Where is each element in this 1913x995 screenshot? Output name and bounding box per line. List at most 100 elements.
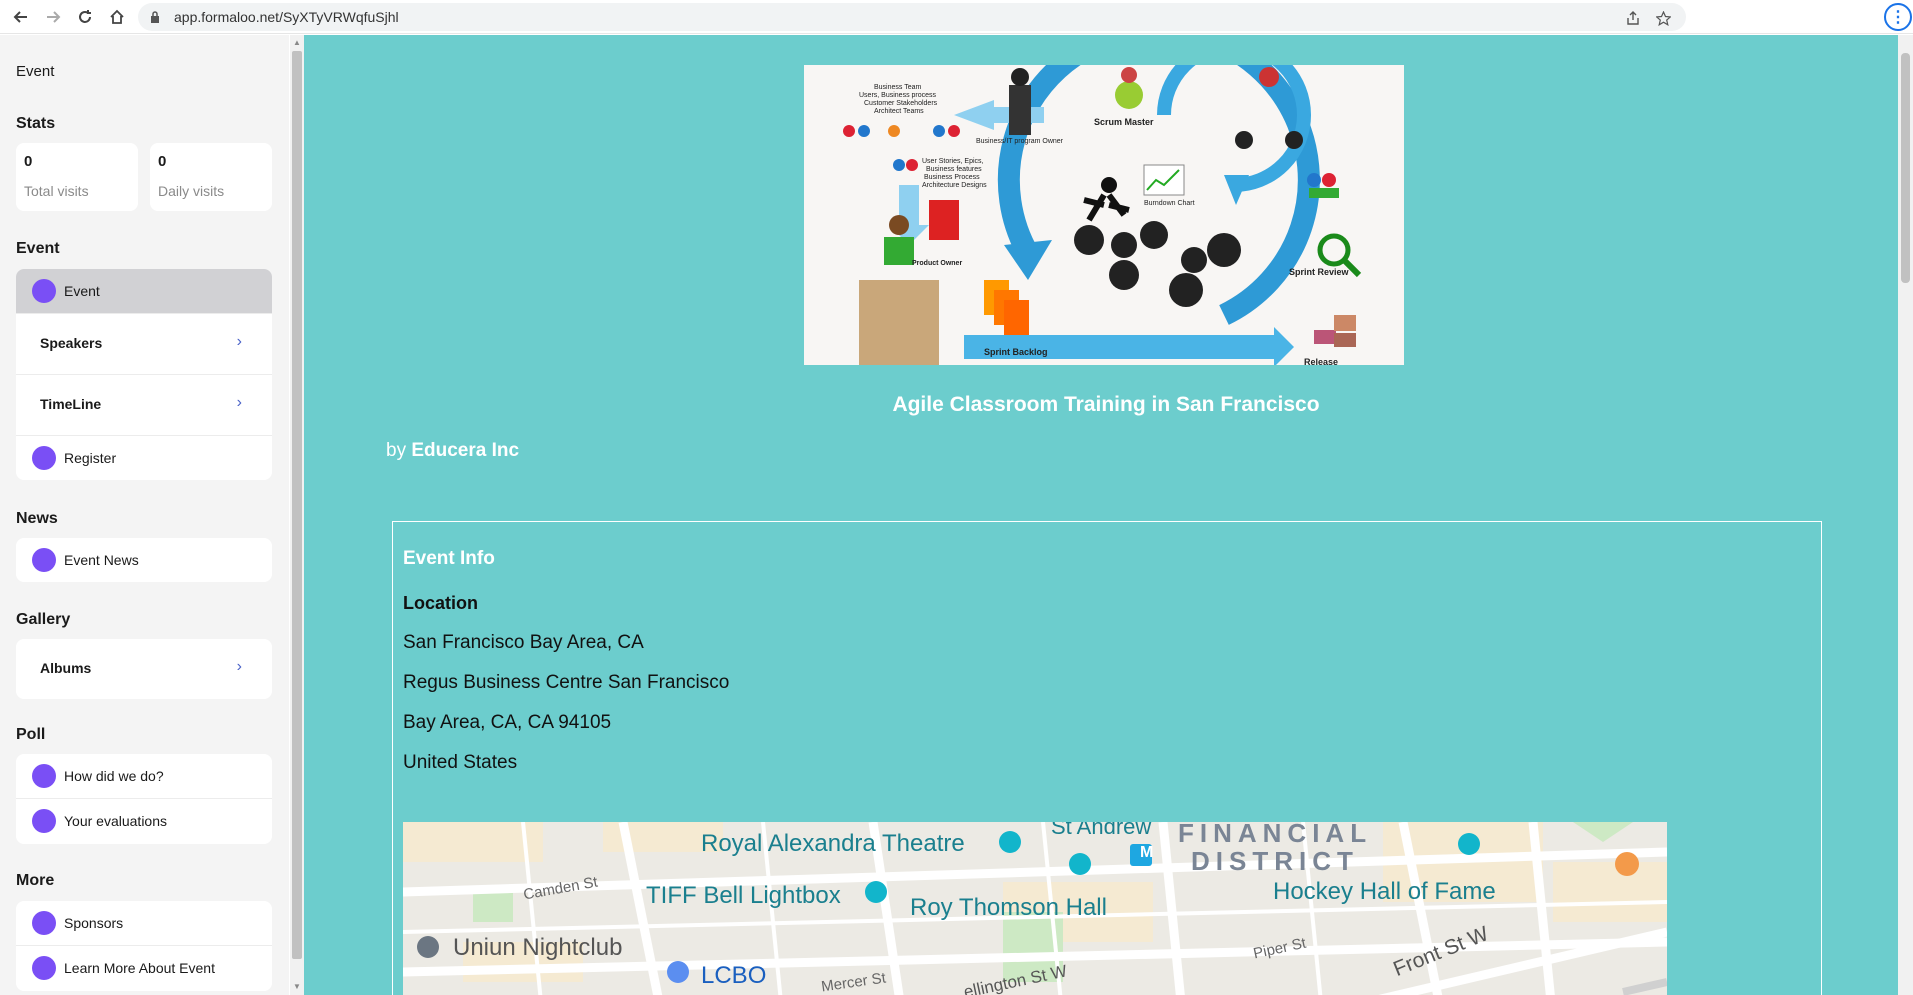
sidebar-item-label: Sponsors	[64, 915, 124, 931]
location-map[interactable]: M Royal Alexandra Theatre St Andrew FINA…	[403, 822, 1667, 995]
event-menu: Event Speakers › TimeLine › Register	[16, 269, 272, 480]
nightclub-marker-icon[interactable]	[417, 936, 439, 958]
back-arrow-icon[interactable]	[8, 4, 34, 30]
hero-label: Business features	[926, 166, 982, 173]
hero-image: Business Team Users, Business process Cu…	[804, 65, 1404, 365]
sidebar-item-learn-more[interactable]: Learn More About Event	[16, 946, 272, 991]
sidebar-title: Event	[16, 63, 55, 80]
event-heading: Event	[16, 240, 60, 257]
sidebar-item-your-evaluations[interactable]: Your evaluations	[16, 799, 272, 844]
hero-label: Product Owner	[912, 260, 962, 267]
sidebar-item-speakers[interactable]: Speakers ›	[16, 314, 272, 375]
hero-label: Architecture Designs	[922, 182, 987, 189]
sidebar-item-label: Albums	[40, 660, 92, 676]
agile-process-illustration: Business Team Users, Business process Cu…	[804, 65, 1404, 365]
lock-icon	[151, 11, 159, 23]
stat-card-daily-visits: 0 Daily visits	[150, 143, 272, 211]
bookmark-star-icon[interactable]	[1654, 9, 1672, 27]
hero-label: Sprint Review	[1289, 267, 1350, 277]
gallery-heading: Gallery	[16, 611, 71, 628]
map-label-royal-alexandra: Royal Alexandra Theatre	[701, 830, 965, 857]
sidebar-item-label: How did we do?	[64, 768, 164, 784]
location-heading: Location	[403, 593, 478, 613]
location-line: San Francisco Bay Area, CA	[403, 632, 644, 653]
sidebar-item-label: Learn More About Event	[64, 960, 215, 976]
hero-label: Customer Stakeholders	[864, 100, 938, 107]
sidebar-item-how-did-we-do[interactable]: How did we do?	[16, 754, 272, 799]
event-dot-icon	[32, 279, 56, 303]
news-heading: News	[16, 510, 58, 527]
event-info-box: Event Info Location San Francisco Bay Ar…	[392, 521, 1822, 995]
sidebar-item-albums[interactable]: Albums ›	[16, 639, 272, 699]
map-label-roy-thomson: Roy Thomson Hall	[910, 894, 1107, 921]
byline-prefix: by	[386, 440, 407, 461]
hero-label: Architect Teams	[874, 108, 924, 115]
map-label-tiff: TIFF Bell Lightbox	[646, 882, 841, 909]
url-text: app.formaloo.net/SyXTyVRWqfuSjhl	[174, 9, 399, 25]
poll-menu: How did we do? Your evaluations	[16, 754, 272, 844]
sidebar-item-label: TimeLine	[40, 396, 102, 412]
gallery-menu: Albums ›	[16, 639, 272, 699]
event-info-title: Event Info	[403, 548, 495, 569]
browser-toolbar: app.formaloo.net/SyXTyVRWqfuSjhl ⋮	[0, 0, 1913, 34]
location-line: United States	[403, 752, 518, 773]
address-bar[interactable]: app.formaloo.net/SyXTyVRWqfuSjhl	[138, 3, 1686, 31]
chevron-right-icon: ›	[236, 394, 242, 411]
stat-value: 0	[24, 153, 33, 170]
sidebar-item-register[interactable]: Register	[16, 436, 272, 480]
event-title: Agile Classroom Training in San Francisc…	[892, 393, 1320, 416]
stat-card-total-visits: 0 Total visits	[16, 143, 138, 211]
main-content: Business Team Users, Business process Cu…	[304, 35, 1898, 995]
cinema-marker-icon[interactable]	[865, 881, 887, 903]
register-dot-icon	[32, 446, 56, 470]
restaurant-marker-icon[interactable]	[1615, 852, 1639, 876]
chevron-right-icon: ›	[236, 658, 242, 675]
organizer-name[interactable]: Educera Inc	[411, 440, 519, 461]
sidebar-item-label: Register	[64, 450, 117, 466]
page-scrollbar[interactable]	[1898, 35, 1913, 995]
sidebar: Event Stats 0 Total visits 0 Daily visit…	[0, 35, 289, 995]
sidebar-item-sponsors[interactable]: Sponsors	[16, 901, 272, 946]
poll-dot-icon	[32, 764, 56, 788]
poll-dot-icon	[32, 809, 56, 833]
stats-heading: Stats	[16, 115, 56, 132]
sidebar-scroll-thumb[interactable]	[292, 51, 302, 959]
sidebar-scrollbar[interactable]: ▲ ▼	[290, 35, 304, 995]
sidebar-item-event[interactable]: Event	[16, 269, 272, 314]
scroll-up-icon[interactable]: ▲	[293, 39, 301, 47]
event-byline: by Educera Inc	[386, 440, 519, 462]
reload-icon[interactable]	[72, 4, 98, 30]
metro-letter: M	[1140, 844, 1154, 861]
poll-heading: Poll	[16, 726, 46, 743]
hero-label: Release	[1304, 357, 1338, 365]
theatre-marker-icon[interactable]	[999, 831, 1021, 853]
share-icon[interactable]	[1624, 9, 1642, 27]
hero-label: Burndown Chart	[1144, 200, 1195, 207]
more-menu: Sponsors Learn More About Event	[16, 901, 272, 991]
museum-marker-icon[interactable]	[1458, 833, 1480, 855]
hero-label: User Stories, Epics,	[922, 158, 984, 165]
hero-label: Business/IT program Owner	[976, 138, 1064, 145]
stat-label: Total visits	[24, 183, 89, 199]
sidebar-item-label: Speakers	[40, 335, 103, 351]
map-label-st-andrew: St Andrew	[1051, 822, 1152, 839]
page-scroll-thumb[interactable]	[1901, 53, 1910, 283]
church-marker-icon[interactable]	[1069, 853, 1091, 875]
map-label-district: DISTRICT	[1191, 846, 1359, 876]
browser-menu-icon[interactable]: ⋮	[1884, 3, 1912, 31]
forward-arrow-icon[interactable]	[40, 4, 66, 30]
sidebar-item-label: Event	[64, 283, 100, 299]
sidebar-item-event-news[interactable]: Event News	[16, 538, 272, 582]
sidebar-item-label: Event News	[64, 552, 139, 568]
store-marker-icon[interactable]	[667, 961, 689, 983]
news-dot-icon	[32, 548, 56, 572]
hero-label: Users, Business process	[859, 92, 937, 99]
hero-label: Sprint Backlog	[984, 347, 1048, 357]
sidebar-item-timeline[interactable]: TimeLine ›	[16, 375, 272, 436]
home-icon[interactable]	[104, 4, 130, 30]
map-label-financial: FINANCIAL	[1178, 822, 1373, 848]
scroll-down-icon[interactable]: ▼	[293, 983, 301, 991]
hero-label: Scrum Master	[1094, 117, 1154, 127]
chevron-right-icon: ›	[236, 333, 242, 350]
stat-label: Daily visits	[158, 183, 225, 199]
